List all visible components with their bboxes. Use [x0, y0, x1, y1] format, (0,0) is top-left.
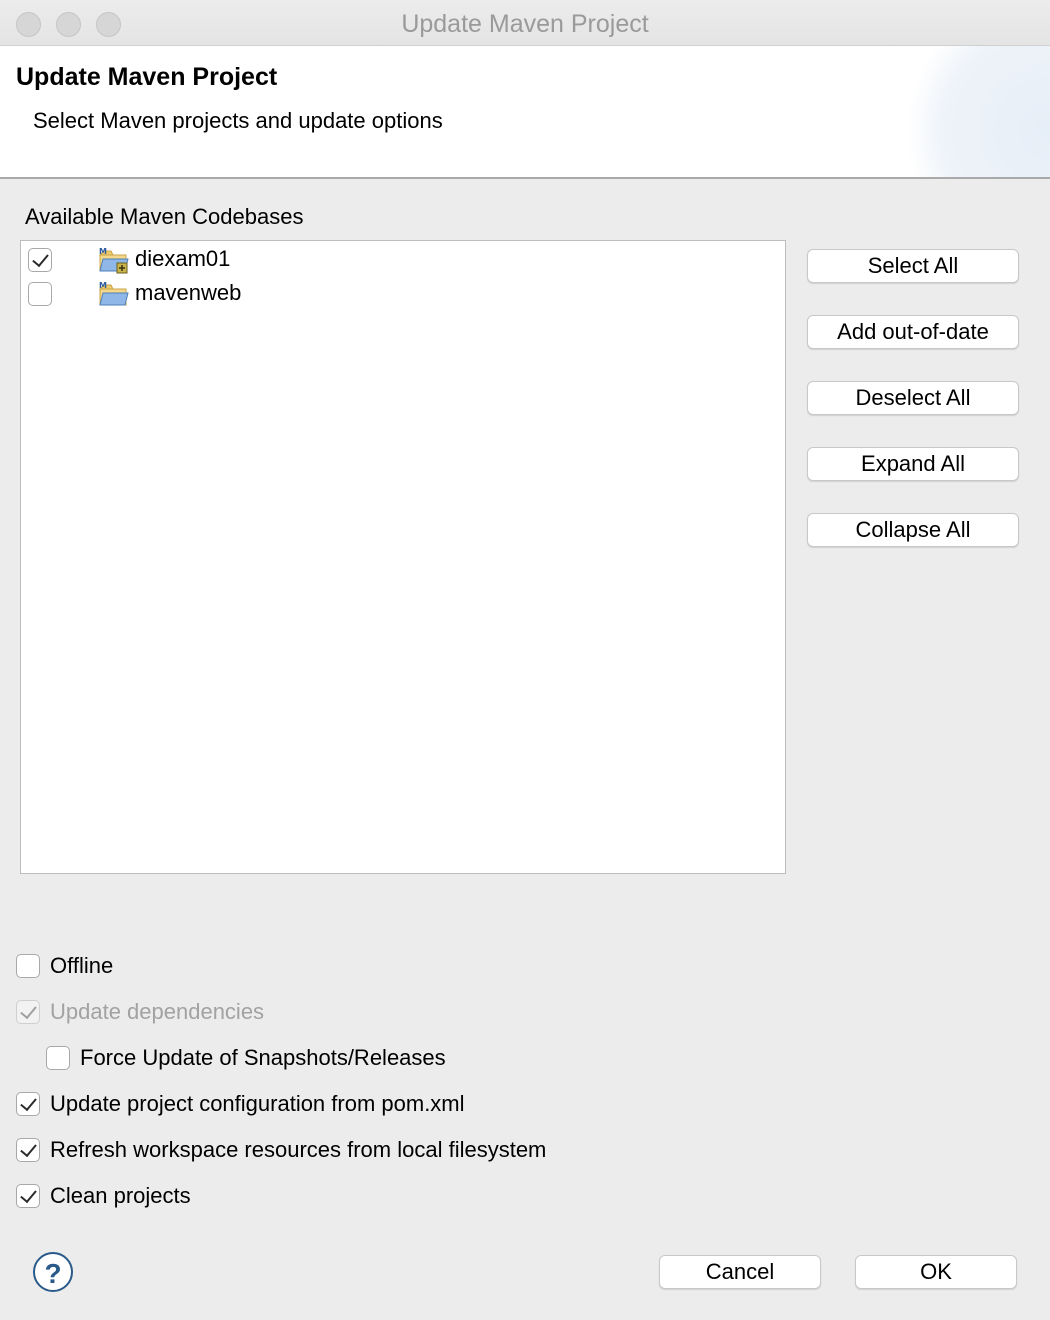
maven-project-folder-icon: M — [99, 247, 129, 274]
force-update-label: Force Update of Snapshots/Releases — [80, 1045, 446, 1070]
help-button[interactable]: ? — [33, 1252, 73, 1292]
ok-button[interactable]: OK — [855, 1255, 1017, 1289]
header-decoration — [900, 46, 1050, 177]
svg-text:M: M — [99, 281, 107, 290]
add-out-of-date-button[interactable]: Add out-of-date — [807, 315, 1019, 349]
maven-project-folder-icon: M — [99, 281, 129, 306]
clean-projects-label: Clean projects — [50, 1183, 191, 1208]
tree-item-checkbox[interactable] — [28, 248, 52, 272]
codebases-tree[interactable]: M diexam01 M mavenweb — [20, 240, 786, 874]
tree-item-diexam01[interactable]: M diexam01 — [21, 243, 785, 277]
offline-checkbox[interactable] — [16, 954, 40, 978]
cancel-button[interactable]: Cancel — [659, 1255, 821, 1289]
dialog-title: Update Maven Project — [16, 63, 278, 91]
window-title: Update Maven Project — [401, 10, 649, 38]
clean-projects-checkbox[interactable] — [16, 1184, 40, 1208]
tree-item-mavenweb[interactable]: M mavenweb — [21, 277, 785, 311]
refresh-workspace-checkbox[interactable] — [16, 1138, 40, 1162]
tree-item-checkbox[interactable] — [28, 282, 52, 306]
help-icon: ? — [44, 1258, 62, 1289]
update-dependencies-label: Update dependencies — [50, 999, 265, 1024]
update-dependencies-checkbox — [16, 1000, 40, 1024]
expand-all-button[interactable]: Expand All — [807, 447, 1019, 481]
refresh-workspace-label: Refresh workspace resources from local f… — [50, 1137, 547, 1162]
deselect-all-button[interactable]: Deselect All — [807, 381, 1019, 415]
codebases-label: Available Maven Codebases — [25, 204, 304, 229]
svg-text:M: M — [99, 247, 107, 256]
dialog-description: Select Maven projects and update options — [33, 108, 443, 133]
offline-label: Offline — [50, 953, 114, 978]
select-all-button[interactable]: Select All — [807, 249, 1019, 283]
update-config-checkbox[interactable] — [16, 1092, 40, 1116]
tree-item-label: mavenweb — [135, 280, 242, 305]
dialog-header: Update Maven Project Select Maven projec… — [0, 46, 1050, 179]
force-update-checkbox[interactable] — [46, 1046, 70, 1070]
tree-item-label: diexam01 — [135, 246, 231, 271]
title-bar: Update Maven Project — [0, 0, 1050, 46]
collapse-all-button[interactable]: Collapse All — [807, 513, 1019, 547]
update-config-label: Update project configuration from pom.xm… — [50, 1091, 465, 1116]
